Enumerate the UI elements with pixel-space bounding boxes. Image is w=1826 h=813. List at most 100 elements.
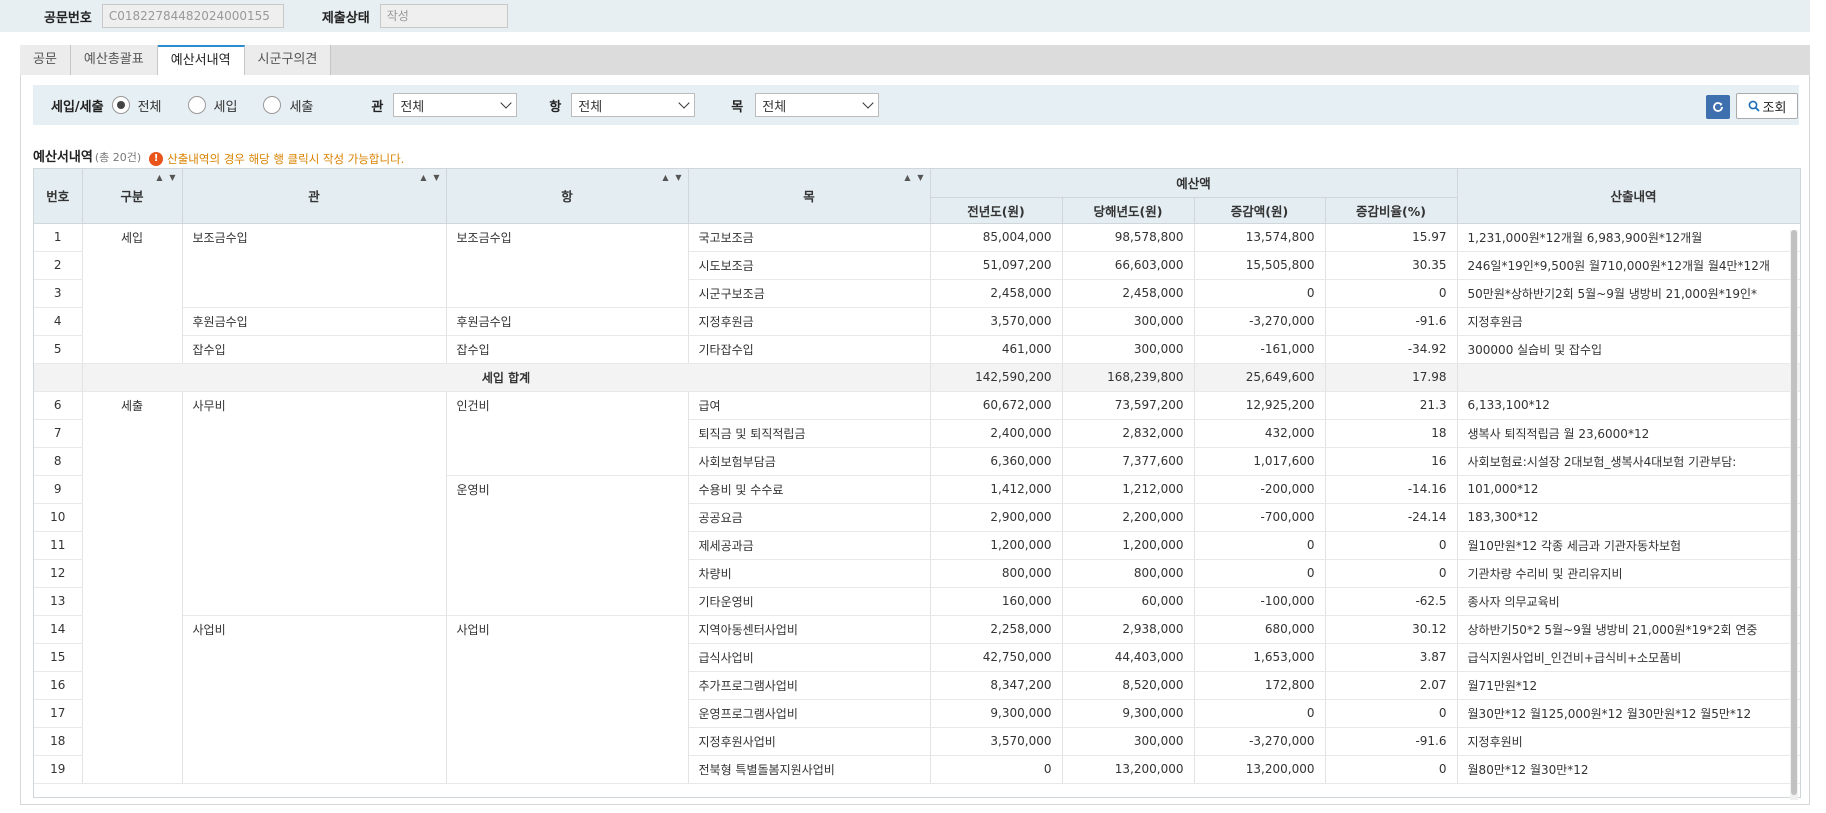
col-header-mok[interactable]: 목 ▲ ▼: [688, 169, 931, 224]
table-row[interactable]: 18 지정후원사업비 3,570,000 300,000 -3,270,000 -91.6…: [34, 727, 1800, 756]
cell-curr: 2,938,000: [1062, 615, 1195, 644]
cell-no: 6: [34, 391, 83, 420]
cell-diff: 432,000: [1194, 419, 1326, 448]
sort-filter-icon[interactable]: ▲ ▼: [420, 173, 441, 182]
cell-detail[interactable]: 1,231,000원*12개월 6,983,900원*12개월: [1457, 223, 1800, 252]
cell-detail[interactable]: 50만원*상하반기2회 5월~9월 냉방비 21,000원*19인*: [1457, 279, 1800, 308]
table-row[interactable]: 2 시도보조금 51,097,200 66,603,000 15,505,800 30.3…: [34, 251, 1800, 280]
cell-gubun: [82, 503, 183, 531]
col-header-gwan[interactable]: 관 ▲ ▼: [182, 169, 447, 224]
cell-prev: 8,347,200: [930, 671, 1063, 700]
cell-detail[interactable]: 101,000*12: [1457, 475, 1800, 504]
col-header-hang[interactable]: 항 ▲ ▼: [446, 169, 689, 224]
table-row[interactable]: 1 세입 보조금수입 보조금수입 국고보조금 85,004,000 98,578,800 13…: [34, 223, 1800, 252]
table-row[interactable]: 7 퇴직금 및 퇴직적립금 2,400,000 2,832,000 432,000 18 생…: [34, 419, 1800, 448]
mok-filter-label: 목: [731, 99, 744, 115]
budget-table: 번호 구분 ▲ ▼ 관 ▲ ▼ 항 ▲ ▼ 목 ▲ ▼ 예산액 산출내역 전년도(원) …: [34, 169, 1800, 784]
cell-hang: [446, 699, 689, 727]
col-header-curr: 당해년도(원): [1062, 197, 1195, 224]
cell-detail[interactable]: 300000 실습비 및 잡수입: [1457, 335, 1800, 364]
table-row[interactable]: 4 후원금수입 후원금수입 지정후원금 3,570,000 300,000 -3,270,0…: [34, 307, 1800, 336]
radio-all[interactable]: 전체: [111, 96, 162, 115]
submit-status-label: 제출상태: [321, 10, 370, 26]
cell-detail[interactable]: 종사자 의무교육비: [1457, 587, 1800, 616]
cell-detail: [1457, 363, 1800, 392]
col-header-gubun[interactable]: 구분 ▲ ▼: [82, 169, 183, 224]
tab-budget-summary[interactable]: 예산총괄표: [70, 45, 158, 75]
hang-filter-label: 항: [549, 99, 562, 115]
tab-budget-details[interactable]: 예산서내역: [157, 45, 245, 75]
cell-mok: 지정후원사업비: [688, 727, 931, 756]
cell-detail[interactable]: 월71만원*12: [1457, 671, 1800, 700]
radio-revenue-circle[interactable]: [187, 96, 206, 114]
search-button-label: 조회: [1762, 100, 1787, 116]
gwan-select[interactable]: 전체: [393, 93, 518, 117]
table-row[interactable]: 17 운영프로그램사업비 9,300,000 9,300,000 0 0 월30만*12 월…: [34, 699, 1800, 728]
cell-no: 7: [34, 419, 83, 448]
cell-detail[interactable]: 월80만*12 월30만*12: [1457, 755, 1800, 784]
refresh-button[interactable]: [1706, 95, 1730, 119]
cell-rate: 0: [1325, 279, 1458, 308]
cell-diff: -161,000: [1194, 335, 1326, 364]
cell-detail[interactable]: 246일*19인*9,500원 월710,000원*12개월 월4만*12개: [1457, 251, 1800, 280]
cell-detail[interactable]: 6,133,100*12: [1457, 391, 1800, 420]
table-row[interactable]: 6 세출 사무비 인건비 급여 60,672,000 73,597,200 12,925,20…: [34, 391, 1800, 420]
cell-detail[interactable]: 월10만원*12 각종 세금과 기관자동차보험: [1457, 531, 1800, 560]
table-row[interactable]: 3 시군구보조금 2,458,000 2,458,000 0 0 50만원*상하반기2회 5…: [34, 279, 1800, 308]
cell-detail[interactable]: 생복사 퇴직적립금 월 23,6000*12: [1457, 419, 1800, 448]
cell-gubun: [82, 335, 183, 364]
table-row[interactable]: 8 사회보험부담금 6,360,000 7,377,600 1,017,600 16 사회보…: [34, 447, 1800, 476]
search-button[interactable]: 조회: [1736, 93, 1798, 119]
sort-filter-icon[interactable]: ▲ ▼: [156, 173, 177, 182]
table-row[interactable]: 5 잡수입 잡수입 기타잡수입 461,000 300,000 -161,000 -34.92…: [34, 335, 1800, 364]
cell-mok: 퇴직금 및 퇴직적립금: [688, 419, 931, 448]
chevron-down-icon: [500, 97, 512, 109]
radio-expense-circle[interactable]: [263, 96, 282, 114]
cell-detail[interactable]: 급식지원사업비_인건비+급식비+소모품비: [1457, 643, 1800, 672]
cell-rate: -24.14: [1325, 503, 1458, 532]
chevron-down-icon: [862, 97, 874, 109]
cell-detail[interactable]: 사회보험료:시설장 2대보험_생복사4대보험 기관부담:: [1457, 447, 1800, 476]
scrollbar-thumb[interactable]: [1791, 230, 1797, 795]
radio-all-circle[interactable]: [111, 96, 130, 114]
radio-revenue[interactable]: 세입: [187, 96, 237, 115]
cell-detail[interactable]: 월30만*12 월125,000원*12 월30만원*12 월5만*12: [1457, 699, 1800, 728]
cell-no: 16: [34, 671, 83, 700]
grid-body: 1 세입 보조금수입 보조금수입 국고보조금 85,004,000 98,578,800 13…: [34, 223, 1800, 784]
hang-select[interactable]: 전체: [571, 93, 696, 117]
cell-detail[interactable]: 기관차량 수리비 및 관리유지비: [1457, 559, 1800, 588]
cell-detail[interactable]: 183,300*12: [1457, 503, 1800, 532]
search-icon: [1748, 100, 1760, 112]
cell-detail[interactable]: 지정후원비: [1457, 727, 1800, 756]
grid-vertical-scrollbar[interactable]: [1790, 230, 1798, 800]
col-header-detail: 산출내역: [1457, 169, 1800, 224]
cell-mok: 제세공과금: [688, 531, 931, 560]
cell-no: 18: [34, 727, 83, 756]
subtotal-row[interactable]: 세입 합계 142,590,200 168,239,800 25,649,600 17.…: [34, 363, 1800, 392]
cell-detail[interactable]: 상하반기50*2 5월~9월 냉방비 21,000원*19*2회 연중: [1457, 615, 1800, 644]
tab-district-opinion[interactable]: 시군구의견: [244, 45, 332, 75]
table-row[interactable]: 16 추가프로그램사업비 8,347,200 8,520,000 172,800 2.07…: [34, 671, 1800, 700]
table-row[interactable]: 13 기타운영비 160,000 60,000 -100,000 -62.5 종사자 의무교…: [34, 587, 1800, 616]
cell-detail[interactable]: 지정후원금: [1457, 307, 1800, 336]
record-count: (총 20건): [94, 151, 142, 164]
cell-gubun: [82, 727, 183, 755]
table-row[interactable]: 15 급식사업비 42,750,000 44,403,000 1,653,000 3.87…: [34, 643, 1800, 672]
cell-hang: [446, 503, 689, 531]
sort-filter-icon[interactable]: ▲ ▼: [662, 173, 683, 182]
mok-select-value: 전체: [762, 99, 787, 115]
table-row[interactable]: 11 제세공과금 1,200,000 1,200,000 0 0 월10만원*12 각종 세…: [34, 531, 1800, 560]
table-row[interactable]: 19 전북형 특별돌봄지원사업비 0 13,200,000 13,200,000 0 월80…: [34, 755, 1800, 784]
cell-mok: 지정후원금: [688, 307, 931, 336]
table-row[interactable]: 10 공공요금 2,900,000 2,200,000 -700,000 -24.14 18…: [34, 503, 1800, 532]
table-row[interactable]: 14 사업비 사업비 지역아동센터사업비 2,258,000 2,938,000 680,0…: [34, 615, 1800, 644]
table-row[interactable]: 9 운영비 수용비 및 수수료 1,412,000 1,212,000 -200,000-…: [34, 475, 1800, 504]
cell-prev: 60,672,000: [930, 391, 1063, 420]
table-row[interactable]: 12 차량비 800,000 800,000 0 0 기관차량 수리비 및 관리유지비: [34, 559, 1800, 588]
sort-filter-icon[interactable]: ▲ ▼: [904, 173, 925, 182]
tab-document[interactable]: 공문: [20, 45, 71, 75]
cell-diff: 15,505,800: [1194, 251, 1326, 280]
mok-select[interactable]: 전체: [755, 93, 880, 117]
gwan-select-value: 전체: [400, 99, 425, 115]
radio-expense[interactable]: 세출: [263, 96, 313, 115]
